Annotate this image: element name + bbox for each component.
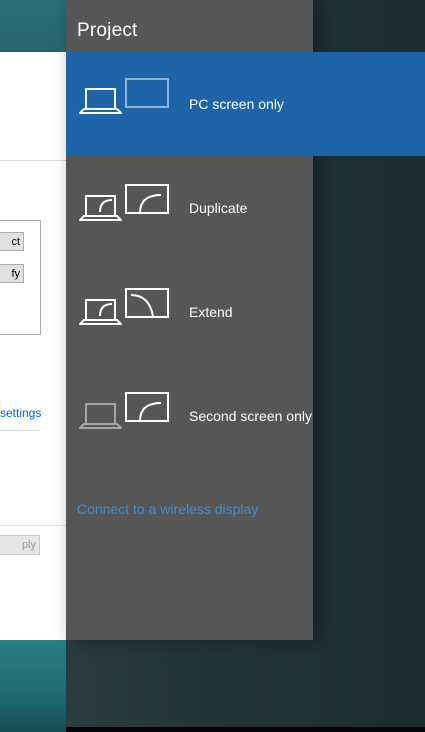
connect-wireless-display-link[interactable]: Connect to a wireless display bbox=[77, 501, 258, 517]
option-extend[interactable]: Extend bbox=[66, 260, 425, 364]
background-apply-button[interactable]: ply bbox=[0, 535, 40, 555]
extend-icon bbox=[79, 288, 169, 325]
background-group-box: ct fy bbox=[0, 220, 41, 335]
option-label: PC screen only bbox=[189, 96, 284, 112]
background-divider bbox=[0, 160, 66, 161]
option-label: Extend bbox=[189, 304, 233, 320]
option-second-screen-only[interactable]: Second screen only bbox=[66, 364, 425, 468]
background-button-1[interactable]: ct bbox=[0, 232, 24, 251]
second-screen-only-icon bbox=[79, 392, 169, 429]
pc-screen-only-icon bbox=[79, 78, 169, 114]
background-window: ct fy settings ply bbox=[0, 52, 67, 640]
background-link-divider bbox=[0, 430, 40, 431]
background-settings-link[interactable]: settings bbox=[0, 406, 66, 420]
option-duplicate[interactable]: Duplicate bbox=[66, 156, 425, 260]
desktop-wallpaper-strip bbox=[0, 640, 70, 732]
option-pc-screen-only[interactable]: PC screen only bbox=[66, 52, 425, 156]
project-flyout: Project PC screen only Duplicate Extend bbox=[66, 0, 425, 732]
background-footer-divider bbox=[0, 525, 66, 526]
background-button-2[interactable]: fy bbox=[0, 264, 24, 283]
option-label: Duplicate bbox=[189, 200, 248, 216]
flyout-title: Project bbox=[77, 20, 138, 41]
option-label: Second screen only bbox=[189, 408, 312, 424]
taskbar-edge bbox=[66, 727, 425, 732]
duplicate-icon bbox=[79, 184, 169, 221]
